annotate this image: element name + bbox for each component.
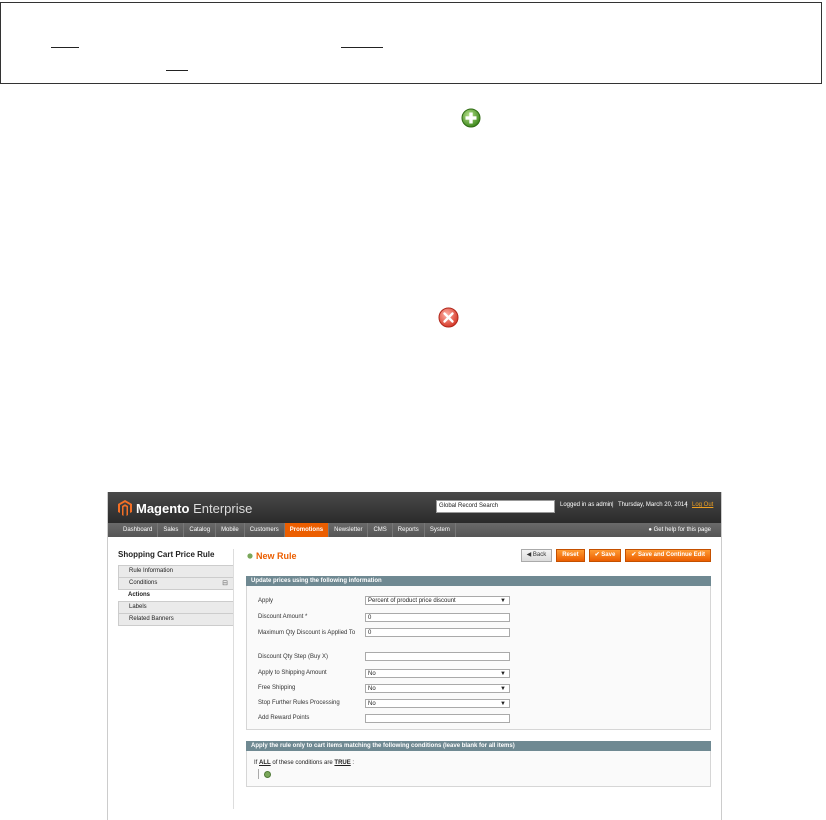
conditions-sentence: If ALL of these conditions are TRUE : bbox=[254, 760, 354, 766]
condition-tree-line bbox=[258, 769, 259, 779]
field-label-stop-rules: Stop Further Rules Processing bbox=[258, 700, 340, 706]
cond-aggregator-link[interactable]: ALL bbox=[259, 760, 271, 766]
column-divider bbox=[233, 549, 234, 809]
logout-link[interactable]: Log Out bbox=[692, 500, 713, 511]
tab-label: Related Banners bbox=[129, 616, 174, 622]
dropdown-arrow-icon: ▼ bbox=[500, 701, 506, 707]
dropdown-arrow-icon: ▼ bbox=[500, 598, 506, 604]
add-condition-icon[interactable] bbox=[264, 771, 271, 778]
stop-rules-select[interactable]: No ▼ bbox=[365, 699, 510, 708]
reward-points-input[interactable] bbox=[365, 714, 510, 723]
apply-shipping-select[interactable]: No ▼ bbox=[365, 669, 510, 678]
apply-select[interactable]: Percent of product price discount ▼ bbox=[365, 596, 510, 605]
field-label-free-shipping: Free Shipping bbox=[258, 685, 296, 691]
nav-catalog[interactable]: Catalog bbox=[184, 523, 217, 537]
field-label-qty-step: Discount Qty Step (Buy X) bbox=[258, 654, 329, 660]
header-separator: | bbox=[612, 502, 614, 508]
changed-icon: ⊟ bbox=[222, 580, 228, 587]
main-nav: Dashboard Sales Catalog Mobile Customers… bbox=[108, 523, 721, 537]
nav-mobile[interactable]: Mobile bbox=[216, 523, 245, 537]
qty-step-input[interactable] bbox=[365, 652, 510, 661]
tab-label: Conditions bbox=[129, 580, 158, 586]
admin-header: Magento Enterprise Global Record Search … bbox=[108, 492, 721, 523]
cond-value-link[interactable]: TRUE bbox=[334, 760, 350, 766]
section-header-actions: Update prices using the following inform… bbox=[246, 576, 711, 586]
field-label-max-qty: Maximum Qty Discount is Applied To bbox=[258, 630, 356, 636]
save-continue-button[interactable]: ✔ Save and Continue Edit bbox=[625, 549, 711, 562]
page-title: New Rule bbox=[256, 551, 297, 561]
add-icon[interactable] bbox=[461, 108, 481, 128]
magento-logo-icon bbox=[118, 500, 132, 516]
nav-cms[interactable]: CMS bbox=[368, 523, 393, 537]
nav-customers[interactable]: Customers bbox=[245, 523, 285, 537]
header-date: Thursday, March 20, 2014 bbox=[618, 502, 688, 508]
logged-in-text: Logged in as admin bbox=[560, 502, 613, 508]
field-label-apply: Apply bbox=[258, 598, 274, 604]
tab-labels[interactable]: Labels bbox=[118, 602, 234, 614]
tab-label: Rule Information bbox=[129, 568, 174, 574]
leaf-icon bbox=[247, 553, 253, 559]
discount-amount-input[interactable]: 0 bbox=[365, 613, 510, 622]
underline-3 bbox=[166, 70, 188, 71]
nav-promotions[interactable]: Promotions bbox=[284, 523, 330, 537]
back-label: Back bbox=[532, 552, 547, 558]
help-link[interactable]: ● Get help for this page bbox=[648, 523, 711, 537]
remove-icon[interactable] bbox=[438, 307, 459, 328]
tab-actions[interactable]: Actions bbox=[118, 590, 234, 602]
nav-sales[interactable]: Sales bbox=[158, 523, 185, 537]
sidebar-title: Shopping Cart Price Rule bbox=[118, 550, 215, 559]
help-label: Get help for this page bbox=[653, 527, 711, 533]
header-separator: | bbox=[686, 502, 688, 508]
tab-conditions[interactable]: Conditions ⊟ bbox=[118, 578, 234, 590]
nav-system[interactable]: System bbox=[425, 523, 456, 537]
underline-1 bbox=[51, 47, 79, 48]
select-value: No bbox=[368, 701, 376, 707]
action-buttons: ◀ Back Reset ✔ Save ✔ Save and Continue … bbox=[520, 549, 711, 562]
field-label-apply-shipping: Apply to Shipping Amount bbox=[258, 670, 327, 676]
free-shipping-select[interactable]: No ▼ bbox=[365, 684, 510, 693]
sidebar-tabs: Rule Information Conditions ⊟ Actions Lab… bbox=[118, 565, 234, 626]
conditions-fieldset bbox=[246, 751, 711, 787]
logo-edition: Enterprise bbox=[193, 500, 253, 516]
cond-end: : bbox=[352, 760, 355, 766]
dropdown-arrow-icon: ▼ bbox=[500, 686, 506, 692]
max-qty-input[interactable]: 0 bbox=[365, 628, 510, 637]
save-button[interactable]: ✔ Save bbox=[588, 549, 622, 562]
back-arrow-icon: ◀ bbox=[526, 552, 532, 558]
save-label: Save bbox=[601, 552, 616, 558]
tab-rule-information[interactable]: Rule Information bbox=[118, 565, 234, 578]
cond-if: If bbox=[254, 760, 258, 766]
magento-logo: Magento Enterprise bbox=[118, 499, 252, 517]
underline-2 bbox=[341, 47, 383, 48]
callout-box bbox=[0, 2, 822, 84]
reset-button[interactable]: Reset bbox=[556, 549, 585, 562]
nav-newsletter[interactable]: Newsletter bbox=[329, 523, 369, 537]
nav-dashboard[interactable]: Dashboard bbox=[118, 523, 159, 537]
check-icon: ✔ bbox=[594, 552, 600, 558]
field-label-reward-points: Add Reward Points bbox=[258, 715, 310, 721]
field-label-discount-amount: Discount Amount * bbox=[258, 614, 308, 620]
cond-mid: of these conditions are bbox=[272, 760, 333, 766]
save-continue-label: Save and Continue Edit bbox=[637, 552, 705, 558]
help-icon: ● bbox=[648, 527, 652, 533]
global-search-input[interactable]: Global Record Search bbox=[436, 500, 555, 513]
select-value: No bbox=[368, 671, 376, 677]
tab-label: Labels bbox=[129, 604, 147, 610]
tab-related-banners[interactable]: Related Banners bbox=[118, 614, 234, 626]
select-value: No bbox=[368, 686, 376, 692]
magento-admin-screenshot: Magento Enterprise Global Record Search … bbox=[107, 492, 722, 820]
tab-label: Actions bbox=[128, 592, 151, 598]
dropdown-arrow-icon: ▼ bbox=[500, 671, 506, 677]
check-icon: ✔ bbox=[631, 552, 637, 558]
nav-reports[interactable]: Reports bbox=[393, 523, 425, 537]
logo-brand: Magento bbox=[136, 500, 190, 516]
select-value: Percent of product price discount bbox=[368, 598, 456, 604]
section-header-conditions: Apply the rule only to cart items matchi… bbox=[246, 741, 711, 751]
back-button[interactable]: ◀ Back bbox=[520, 549, 553, 562]
